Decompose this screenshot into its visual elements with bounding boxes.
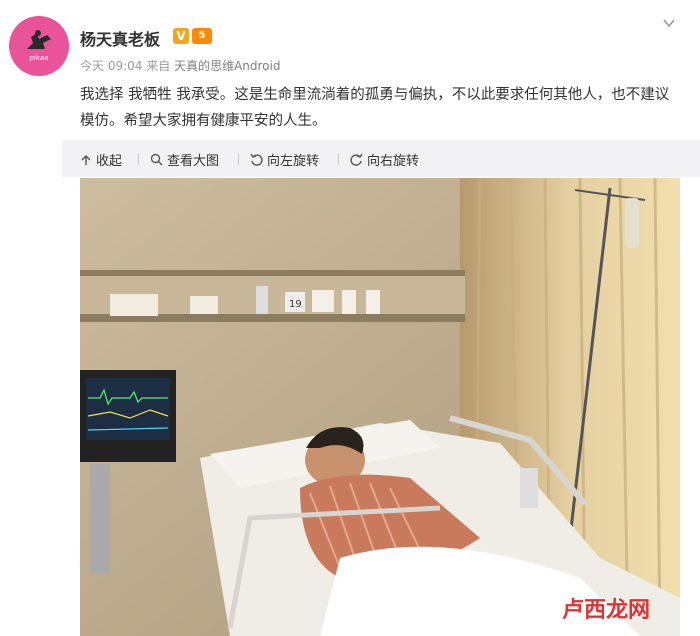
rotate-left-icon (250, 153, 263, 166)
via-label: 来自 (146, 59, 171, 73)
chevron-down-icon[interactable] (663, 18, 675, 28)
bed-number: 19 (289, 299, 302, 310)
level-badge[interactable]: 5 (192, 28, 212, 44)
rotate-right-button[interactable]: 向右旋转 (350, 150, 419, 169)
post-source[interactable]: 天真的思维Android (174, 59, 280, 73)
rotate-left-button[interactable]: 向左旋转 (250, 150, 319, 169)
post-text: 我选择 我牺牲 我承受。这是生命里流淌着的孤勇与偏执，不以此要求任何其他人，也不… (80, 87, 670, 129)
rotate-right-icon (350, 153, 363, 166)
toolbar-divider (338, 153, 339, 165)
avatar[interactable]: pikaa (9, 16, 69, 76)
view-large-button[interactable]: 查看大图 (150, 150, 219, 169)
collapse-icon (81, 154, 91, 165)
search-icon (150, 153, 163, 166)
toolbar-divider (138, 153, 139, 165)
post-meta: 今天 09:04 来自 天真的思维Android (80, 57, 280, 74)
author-name[interactable]: 杨天真老板 (80, 26, 160, 50)
watermark-text: 卢西龙网 (562, 598, 651, 623)
image-toolbar: 收起 查看大图 向左旋转 向右旋转 (62, 140, 700, 177)
view-large-label: 查看大图 (167, 154, 220, 169)
avatar-logo-text: pikaa (29, 54, 49, 62)
toolbar-divider (238, 153, 239, 165)
verified-v-icon[interactable]: V (173, 28, 189, 44)
collapse-button[interactable]: 收起 (80, 150, 122, 169)
avatar-figure-icon (27, 30, 51, 49)
post-time[interactable]: 今天 09:04 (80, 59, 142, 73)
hospital-photo: 19 (80, 178, 680, 636)
post-photo[interactable]: 19 (80, 178, 680, 636)
rotate-left-label: 向左旋转 (267, 154, 320, 169)
collapse-label: 收起 (96, 154, 123, 169)
post-header: pikaa 杨天真老板 V 5 今天 09:04 来自 天真的思维Android (0, 0, 700, 80)
rotate-right-label: 向右旋转 (367, 154, 420, 169)
